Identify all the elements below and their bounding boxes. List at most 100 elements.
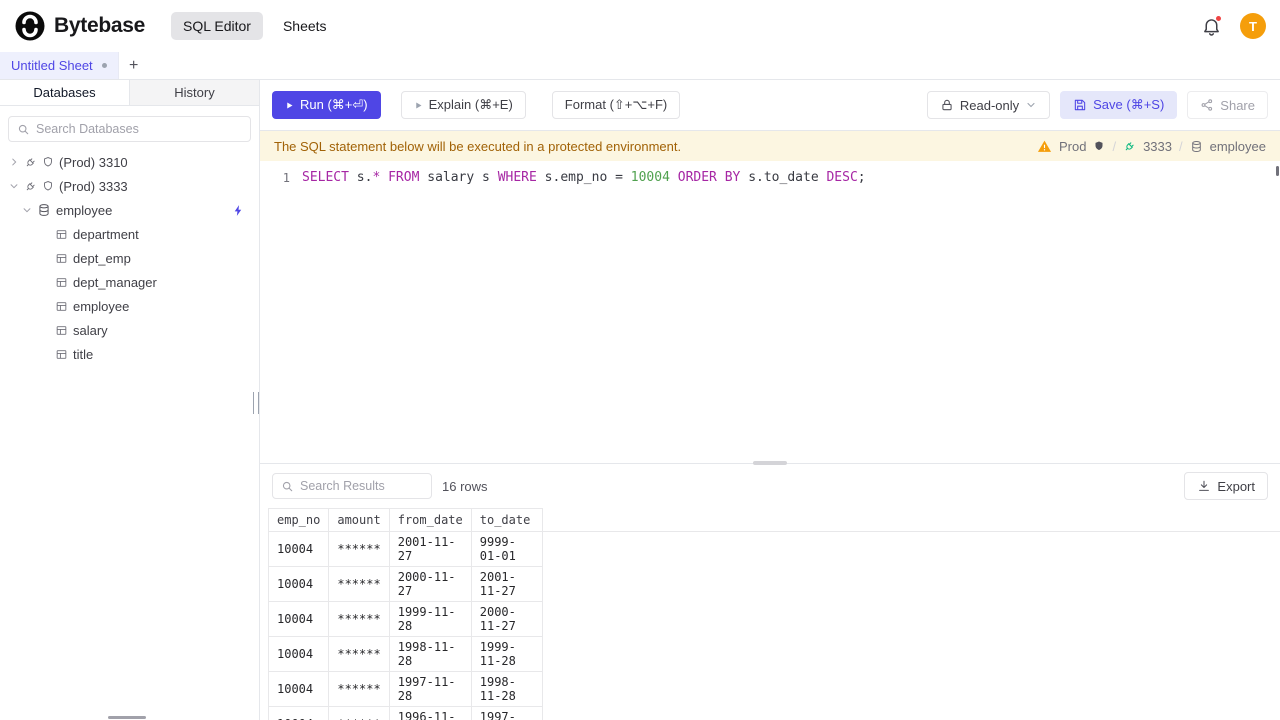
table-list: department dept_emp dept_manager employe… [0,222,259,366]
editor-scrollbar[interactable] [1276,166,1279,176]
chevron-right-icon[interactable] [9,157,19,167]
instance-item-3310[interactable]: (Prod) 3310 [0,150,259,174]
sidebar-table-item[interactable]: title [0,342,259,366]
table-name: department [73,226,139,242]
sidebar-table-item[interactable]: dept_manager [0,270,259,294]
result-cell: ****** [328,671,390,707]
banner-message: The SQL statement below will be executed… [274,138,682,154]
result-row[interactable]: 10004 ****** 1998-11-28 1999-11-28 [267,636,1280,672]
topbar-right: T [1201,13,1266,39]
avatar[interactable]: T [1240,13,1266,39]
tab-history[interactable]: History [129,80,259,105]
sidebar: Databases History (Prod) 3310 (Prod) 333… [0,80,260,720]
result-cell: 10004 [267,636,330,672]
nav-sheets[interactable]: Sheets [281,12,329,40]
database-icon [1191,140,1201,152]
results-table: emp_no amount from_date to_date 10004 ******… [260,508,1280,720]
result-row[interactable]: 10004 ****** 2001-11-27 9999-01-01 [267,531,1280,567]
chevron-down-icon[interactable] [22,205,32,215]
tab-databases[interactable]: Databases [0,80,129,105]
result-row[interactable]: 10004 ****** 1997-11-28 1998-11-28 [267,671,1280,707]
result-cell: 1997-11-28 [470,706,543,720]
result-cell: 1998-11-28 [470,671,543,707]
database-icon [39,204,49,216]
shield-icon [1095,141,1103,150]
sidebar-tabs: Databases History [0,80,259,106]
resize-handle[interactable] [753,461,787,465]
separator: / [1179,138,1183,154]
instance-plug-icon [26,181,35,190]
result-cell: 10004 [267,671,330,707]
export-button[interactable]: Export [1184,472,1268,500]
lightning-icon[interactable] [232,204,245,217]
editor-toolbar: Run (⌘+⏎) Explain (⌘+E) Format (⇧+⌥+F) R… [260,80,1280,131]
instance-item-3333[interactable]: (Prod) 3333 [0,174,259,198]
row-count: 16 rows [442,478,488,494]
readonly-mode-button[interactable]: Read-only [926,91,1051,119]
result-cell: 1999-11-28 [388,601,472,637]
chevron-down-icon[interactable] [9,181,19,191]
column-header-amount[interactable]: amount [328,508,390,532]
share-button[interactable]: Share [1187,91,1268,119]
sidebar-resize-handle[interactable] [253,392,259,414]
table-name: title [73,346,94,362]
connection-context: Prod / 3333 / employee [1037,139,1266,154]
database-tree: (Prod) 3310 (Prod) 3333 employee departm… [0,150,259,720]
result-cell: ****** [328,601,390,637]
environment-label: Prod [1058,138,1087,154]
top-header: Bytebase SQL Editor Sheets T [0,0,1280,52]
main-panel: Run (⌘+⏎) Explain (⌘+E) Format (⇧+⌥+F) R… [260,80,1280,720]
result-row[interactable]: 10004 ****** 2000-11-27 2001-11-27 [267,566,1280,602]
sheet-tab-strip: Untitled Sheet + [0,52,1280,80]
result-cell: 2001-11-27 [388,531,472,567]
result-row[interactable]: 10004******1996-11-281997-11-28 [267,706,1280,720]
sidebar-table-item[interactable]: dept_emp [0,246,259,270]
result-cell: ****** [328,531,390,567]
sql-statement[interactable]: SELECT s.* FROM salary s WHERE s.emp_no … [302,168,866,188]
column-header-from_date[interactable]: from_date [388,508,472,532]
table-name: employee [73,298,130,314]
format-button[interactable]: Format (⇧+⌥+F) [551,91,681,119]
search-icon [18,124,29,134]
row-filler [542,707,1280,720]
sidebar-table-item[interactable]: salary [0,318,259,342]
results-panel: 16 rows Export emp_noamountfrom_dateto_d… [260,464,1280,720]
result-cell: 1999-11-28 [470,636,543,672]
add-sheet-button[interactable]: + [119,52,149,79]
brand[interactable]: Bytebase [14,10,145,42]
column-header-to_date[interactable]: to_date [470,508,543,532]
table-icon [56,229,67,239]
warning-icon [1037,140,1052,152]
result-cell: 10004 [267,601,330,637]
sql-editor[interactable]: 1 SELECT s.* FROM salary s WHERE s.emp_n… [260,161,1280,463]
result-cell: ****** [328,706,390,720]
download-icon [1199,480,1210,491]
explain-button[interactable]: Explain (⌘+E) [400,91,526,119]
sheet-tab-untitled[interactable]: Untitled Sheet [0,52,119,79]
column-header-emp_no[interactable]: emp_no [267,508,330,532]
horizontal-scrollbar[interactable] [108,716,146,719]
row-filler [542,532,1280,567]
chevron-down-icon [1027,102,1035,108]
table-name: salary [73,322,108,338]
result-cell: 10004 [267,531,330,567]
sidebar-table-item[interactable]: employee [0,294,259,318]
result-row[interactable]: 10004 ****** 1999-11-28 2000-11-27 [267,601,1280,637]
save-button[interactable]: Save (⌘+S) [1060,91,1178,119]
notification-bell-icon[interactable] [1201,14,1222,37]
row-filler [542,672,1280,707]
database-item-employee[interactable]: employee [0,198,259,222]
environment-shield-icon [44,180,52,191]
table-icon [56,325,67,335]
lock-icon [942,99,952,111]
search-results-input[interactable] [300,479,423,493]
search-databases-input[interactable] [36,122,242,136]
sidebar-table-item[interactable]: department [0,222,259,246]
row-filler [542,637,1280,672]
sheet-tab-title: Untitled Sheet [11,58,93,73]
result-cell: ****** [328,566,390,602]
play-icon [415,102,422,108]
instance-label: (Prod) 3310 [59,154,128,170]
nav-sql-editor[interactable]: SQL Editor [170,12,263,40]
run-button[interactable]: Run (⌘+⏎) [272,91,381,119]
